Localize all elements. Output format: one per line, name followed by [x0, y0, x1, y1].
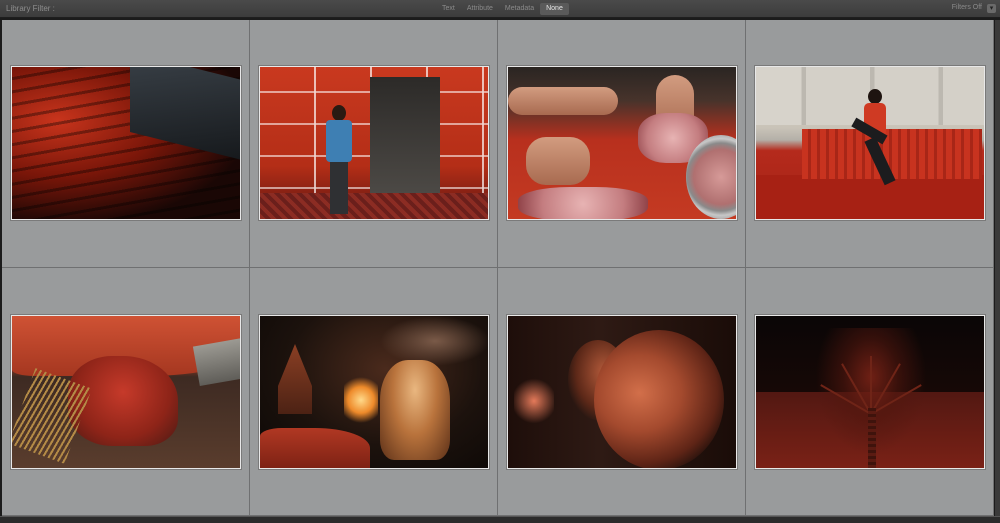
grid-cell[interactable]: [498, 268, 746, 516]
thumb-detail: [260, 193, 488, 219]
thumb-detail: [380, 360, 450, 460]
thumb-detail: [370, 77, 440, 197]
lock-icon[interactable]: ▾: [987, 4, 996, 13]
library-filter-bar: Library Filter : Text Attribute Metadata…: [0, 0, 1000, 18]
bottom-toolbar: [0, 516, 1000, 523]
library-filter-title: Library Filter :: [6, 4, 55, 13]
thumb-detail: [594, 330, 724, 468]
thumb-detail: [514, 376, 554, 426]
photo-thumbnail[interactable]: [11, 66, 241, 220]
grid-cell[interactable]: [746, 268, 994, 516]
thumb-detail: [278, 344, 312, 414]
thumb-detail: [380, 316, 488, 366]
photo-thumbnail[interactable]: [755, 66, 985, 220]
thumb-detail: [844, 89, 904, 189]
grid-scrollbar[interactable]: [995, 20, 1000, 516]
tab-metadata[interactable]: Metadata: [499, 3, 540, 15]
photo-thumbnail[interactable]: [755, 315, 985, 469]
thumb-detail: [518, 187, 648, 219]
photo-thumbnail[interactable]: [11, 315, 241, 469]
thumb-detail: [324, 105, 354, 214]
thumb-detail: [526, 137, 590, 185]
thumb-detail: [868, 408, 876, 468]
scrollbar-thumb[interactable]: [995, 20, 1000, 516]
grid-cell[interactable]: [498, 20, 746, 268]
tab-attribute[interactable]: Attribute: [461, 3, 499, 15]
grid-cell[interactable]: [746, 20, 994, 268]
grid-cell[interactable]: [250, 20, 498, 268]
library-grid: [2, 20, 995, 516]
grid-cell[interactable]: [2, 20, 250, 268]
photo-thumbnail[interactable]: [507, 315, 737, 469]
tab-text[interactable]: Text: [436, 3, 461, 15]
photo-thumbnail[interactable]: [259, 315, 489, 469]
thumb-detail: [344, 372, 378, 428]
grid-cell[interactable]: [2, 268, 250, 516]
thumb-detail: [192, 337, 240, 387]
filter-preset-dropdown[interactable]: Filters Off: [952, 4, 982, 11]
thumb-detail: [260, 428, 370, 468]
photo-thumbnail[interactable]: [507, 66, 737, 220]
thumb-detail: [130, 67, 240, 162]
photo-thumbnail[interactable]: [259, 66, 489, 220]
thumb-detail: [508, 87, 618, 115]
grid-cell[interactable]: [250, 268, 498, 516]
thumb-detail: [870, 356, 872, 414]
filter-tabs: Text Attribute Metadata None: [436, 3, 569, 15]
tab-none[interactable]: None: [540, 3, 569, 15]
